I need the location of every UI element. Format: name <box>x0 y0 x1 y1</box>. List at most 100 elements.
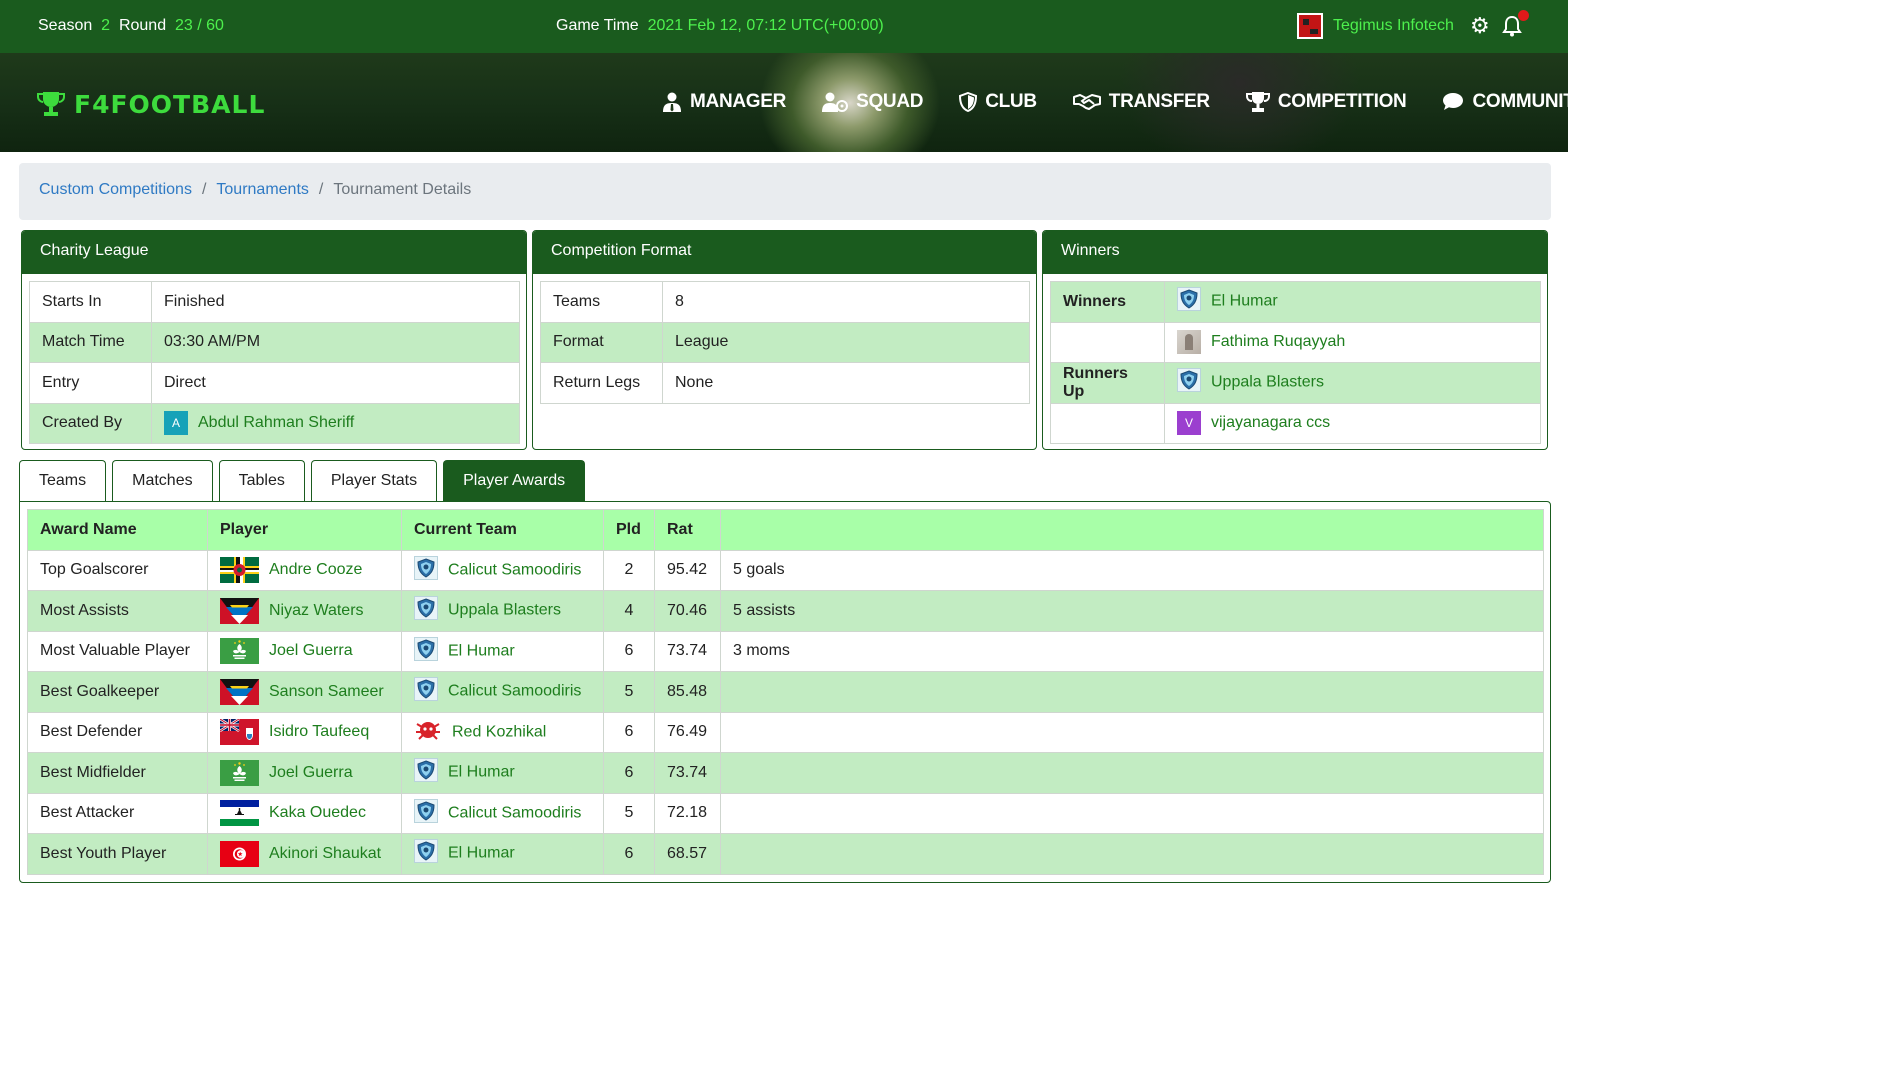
club-crest-icon <box>414 718 442 747</box>
format-info-table: Teams 8 Format League Return Legs None <box>540 281 1030 404</box>
runner-team-link[interactable]: Uppala Blasters <box>1211 374 1324 391</box>
nav-transfer-label: TRANSFER <box>1108 91 1210 112</box>
award-name-cell: Best Midfielder <box>27 752 208 794</box>
player-cell: Kaka Ouedec <box>207 792 402 834</box>
awards-body: Top Goalscorer Andre Cooze Calicut Samoodi… <box>27 549 1544 875</box>
note-cell <box>720 752 1544 794</box>
player-cell: Joel Guerra <box>207 752 402 794</box>
team-link[interactable]: El Humar <box>448 642 515 659</box>
nav-club[interactable]: CLUB <box>959 91 1037 113</box>
winners-title: Winners <box>1043 231 1547 274</box>
format-row: Format League <box>540 321 1030 363</box>
player-link[interactable]: Isidro Taufeeq <box>269 723 369 740</box>
club-crest-icon <box>414 798 438 828</box>
player-link[interactable]: Kaka Ouedec <box>269 804 366 821</box>
breadcrumb-separator: / <box>201 181 207 198</box>
breadcrumb-current: Tournament Details <box>333 181 472 198</box>
nav-community[interactable]: COMMUNITY <box>1442 91 1587 113</box>
team-link[interactable]: Calicut Samoodiris <box>448 561 581 578</box>
team-cell: Red Kozhikal <box>401 711 604 753</box>
player-awards-table: Award Name Player Current Team Pld Rat T… <box>27 509 1544 875</box>
bell-icon[interactable] <box>1501 10 1529 37</box>
nav-manager[interactable]: MANAGER <box>662 91 786 113</box>
runner-manager-link[interactable]: vijayanagara ccs <box>1211 414 1330 431</box>
col-player: Player <box>207 509 402 551</box>
tunisia-flag-icon <box>220 840 259 867</box>
pld-cell: 2 <box>603 549 655 591</box>
season-value: 2 <box>101 17 111 34</box>
gear-icon[interactable]: ⚙ <box>1470 15 1490 37</box>
tab-teams[interactable]: Teams <box>19 460 107 501</box>
nav-squad[interactable]: SQUAD <box>822 91 924 113</box>
winner-manager-row: Fathima Ruqayyah <box>1050 321 1541 363</box>
handshake-icon <box>1072 94 1101 110</box>
company-name-link[interactable]: Tegimus Infotech <box>1333 17 1454 35</box>
breadcrumb-tournaments[interactable]: Tournaments <box>216 181 309 202</box>
nav-transfer[interactable]: TRANSFER <box>1072 91 1210 113</box>
team-link[interactable]: Red Kozhikal <box>452 723 546 740</box>
creator-link[interactable]: Abdul Rahman Sheriff <box>198 414 354 431</box>
player-awards-pane: Award Name Player Current Team Pld Rat T… <box>19 501 1551 883</box>
player-link[interactable]: Niyaz Waters <box>269 602 364 619</box>
rat-cell: 68.57 <box>654 833 721 875</box>
company-logo-icon[interactable] <box>1297 13 1323 39</box>
nav-squad-label: SQUAD <box>856 91 924 112</box>
league-row: Entry Direct <box>29 362 520 404</box>
runner-manager-row: Vvijayanagara ccs <box>1050 402 1541 444</box>
team-link[interactable]: El Humar <box>448 845 515 862</box>
winners-label: Winners <box>1050 281 1165 323</box>
tab-player-awards[interactable]: Player Awards <box>443 460 586 501</box>
player-link[interactable]: Joel Guerra <box>269 642 353 659</box>
bermuda-flag-icon <box>220 719 259 746</box>
breadcrumb: Custom Competitions / Tournaments / Tour… <box>19 163 1551 220</box>
table-row: Best Goalkeeper Sanson Sameer Calicut Samo… <box>27 671 1544 713</box>
nav-competition[interactable]: COMPETITION <box>1245 91 1407 113</box>
row-value: None <box>662 362 1030 404</box>
format-row: Return Legs None <box>540 362 1030 404</box>
col-award-name: Award Name <box>27 509 208 551</box>
player-link[interactable]: Andre Cooze <box>269 561 362 578</box>
nav-competition-label: COMPETITION <box>1277 91 1407 112</box>
team-link[interactable]: Calicut Samoodiris <box>448 683 581 700</box>
club-crest-icon <box>414 758 438 787</box>
manager-avatar <box>1177 330 1201 355</box>
table-row: Best Midfielder Joel Guerra El Humar 6 73.74 <box>27 752 1544 794</box>
nav-community-label: COMMUNITY <box>1472 91 1587 112</box>
tab-matches[interactable]: Matches <box>112 460 213 501</box>
club-crest-icon <box>1177 287 1201 316</box>
team-cell: El Humar <box>401 630 604 672</box>
squad-icon <box>822 92 849 112</box>
winner-manager-link[interactable]: Fathima Ruqayyah <box>1211 333 1345 350</box>
col-current-team: Current Team <box>401 509 604 551</box>
pld-cell: 4 <box>603 590 655 632</box>
team-link[interactable]: Uppala Blasters <box>448 602 561 619</box>
antigua-flag-icon <box>220 678 259 705</box>
table-row: Best Attacker Kaka Ouedec Calicut Samoodir… <box>27 792 1544 834</box>
player-link[interactable]: Joel Guerra <box>269 764 353 781</box>
trophy-logo-icon <box>37 92 65 116</box>
note-cell <box>720 833 1544 875</box>
col-pld: Pld <box>603 509 655 551</box>
team-link[interactable]: El Humar <box>448 764 515 781</box>
player-link[interactable]: Akinori Shaukat <box>269 845 381 862</box>
tab-tables[interactable]: Tables <box>218 460 305 501</box>
award-name-cell: Most Assists <box>27 590 208 632</box>
team-link[interactable]: Calicut Samoodiris <box>448 804 581 821</box>
brand-logo[interactable]: F4FOOTBALL <box>36 89 265 119</box>
rat-cell: 85.48 <box>654 671 721 713</box>
game-time-label: Game Time <box>556 17 639 34</box>
award-name-cell: Most Valuable Player <box>27 630 208 672</box>
rat-cell: 76.49 <box>654 711 721 753</box>
tab-player-stats[interactable]: Player Stats <box>310 460 438 501</box>
breadcrumb-custom-competitions[interactable]: Custom Competitions <box>39 181 192 202</box>
pld-cell: 6 <box>603 630 655 672</box>
row-label: Starts In <box>29 281 152 323</box>
team-cell: El Humar <box>401 833 604 875</box>
player-cell: Akinori Shaukat <box>207 833 402 875</box>
league-row: Starts In Finished <box>29 281 520 323</box>
row-label: Match Time <box>29 321 152 363</box>
winner-team-link[interactable]: El Humar <box>1211 293 1278 310</box>
row-label: Created By <box>29 402 152 444</box>
player-cell: Joel Guerra <box>207 630 402 672</box>
player-link[interactable]: Sanson Sameer <box>269 683 384 700</box>
